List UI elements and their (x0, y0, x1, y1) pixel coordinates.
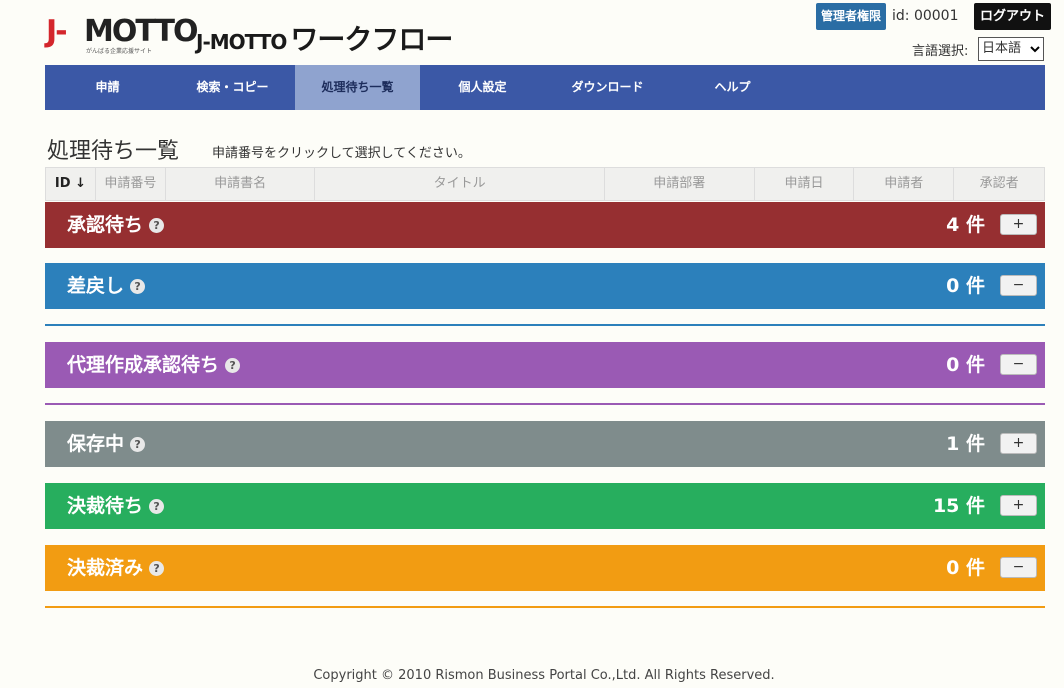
language-value: 日本語 (982, 41, 1022, 56)
help-icon[interactable]: ? (149, 561, 165, 576)
help-icon[interactable]: ? (149, 218, 165, 233)
section-count: 0 件 (946, 275, 985, 297)
col-form-name[interactable]: 申請書名 (166, 168, 316, 200)
jmotto-logo[interactable]: J- MOTTO がんばる企業応援サイト (46, 8, 198, 55)
col-approver[interactable]: 承認者 (954, 168, 1044, 200)
logo-j: J- (46, 14, 68, 49)
section-decided[interactable]: 決裁済み? 0 件 − (45, 545, 1045, 591)
section-count: 15 件 (932, 495, 985, 517)
section-title: 承認待ち (67, 214, 144, 236)
language-label: 言語選択: (912, 44, 969, 59)
col-applicant[interactable]: 申請者 (854, 168, 955, 200)
col-title[interactable]: タイトル (315, 168, 605, 200)
help-icon[interactable]: ? (130, 279, 146, 294)
expand-button[interactable]: + (1000, 433, 1037, 454)
help-icon[interactable]: ? (225, 358, 241, 373)
app-brand: J-MOTTO ワークフロー (196, 18, 453, 58)
brand-suffix: ワークフロー (290, 23, 453, 56)
section-awaiting-decision[interactable]: 決裁待ち? 15 件 + (45, 483, 1045, 529)
admin-badge[interactable]: 管理者権限 (816, 3, 887, 30)
brand-prefix: J-MOTTO (196, 30, 287, 54)
table-header: ID ↓ 申請番号 申請書名 タイトル 申請部署 申請日 申請者 承認者 (45, 167, 1045, 201)
nav-personal-settings[interactable]: 個人設定 (420, 65, 545, 110)
section-title-wrap: 代理作成承認待ち? (67, 342, 241, 388)
section-saved[interactable]: 保存中? 1 件 + (45, 421, 1045, 467)
expand-button[interactable]: + (1000, 495, 1037, 516)
footer-copyright: Copyright © 2010 Rismon Business Portal … (313, 668, 775, 683)
collapse-button[interactable]: − (1000, 354, 1037, 375)
logout-button[interactable]: ログアウト (974, 3, 1052, 30)
section-title-wrap: 保存中? (67, 421, 146, 467)
help-icon[interactable]: ? (130, 437, 146, 452)
collapse-button[interactable]: − (1000, 557, 1037, 578)
section-title: 代理作成承認待ち (67, 354, 220, 376)
col-application-date[interactable]: 申請日 (755, 168, 855, 200)
section-count: 1 件 (946, 433, 985, 455)
section-title: 保存中 (67, 433, 125, 455)
nav-apply[interactable]: 申請 (45, 65, 170, 110)
section-divider-returned (45, 324, 1045, 326)
section-title-wrap: 決裁待ち? (67, 483, 165, 529)
help-icon[interactable]: ? (149, 499, 165, 514)
section-divider-proxy (45, 403, 1045, 405)
expand-button[interactable]: + (1000, 214, 1037, 235)
nav-help[interactable]: ヘルプ (670, 65, 795, 110)
page-instruction: 申請番号をクリックして選択してください。 (212, 146, 471, 161)
logo-tagline: がんばる企業応援サイト (86, 48, 153, 55)
page-title: 処理待ち一覧 (47, 139, 180, 164)
section-title-wrap: 決裁済み? (67, 545, 165, 591)
section-proxy-awaiting-approval[interactable]: 代理作成承認待ち? 0 件 − (45, 342, 1045, 388)
col-id-sort[interactable]: ID ↓ (46, 168, 96, 200)
section-awaiting-approval[interactable]: 承認待ち? 4 件 + (45, 202, 1045, 248)
nav-search-copy[interactable]: 検索・コピー (170, 65, 295, 110)
section-count: 0 件 (946, 354, 985, 376)
section-returned[interactable]: 差戻し? 0 件 − (45, 263, 1045, 309)
section-count: 4 件 (946, 214, 985, 236)
main-nav: 申請 検索・コピー 処理待ち一覧 個人設定 ダウンロード ヘルプ (45, 65, 1045, 110)
collapse-button[interactable]: − (1000, 275, 1037, 296)
logo-motto: MOTTO (84, 14, 198, 49)
section-title: 差戻し (67, 275, 125, 297)
nav-pending-list[interactable]: 処理待ち一覧 (295, 65, 420, 110)
chevron-down-icon (1030, 38, 1040, 68)
section-title-wrap: 承認待ち? (67, 202, 165, 248)
section-title: 決裁待ち (67, 495, 144, 517)
col-department[interactable]: 申請部署 (605, 168, 755, 200)
user-id: id: 00001 (892, 8, 959, 24)
language-select[interactable]: 日本語 (978, 37, 1044, 61)
nav-download[interactable]: ダウンロード (545, 65, 670, 110)
section-title-wrap: 差戻し? (67, 263, 146, 309)
section-divider-decided (45, 606, 1045, 608)
col-application-number[interactable]: 申請番号 (96, 168, 166, 200)
section-title: 決裁済み (67, 557, 144, 579)
section-count: 0 件 (946, 557, 985, 579)
